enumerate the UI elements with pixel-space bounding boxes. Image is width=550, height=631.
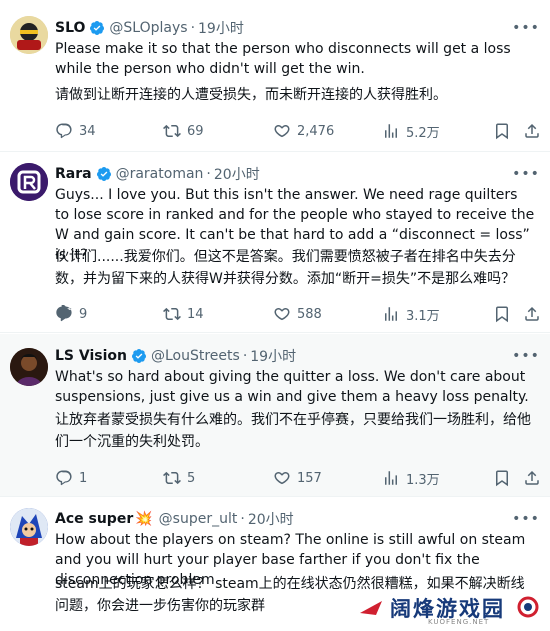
- retweet-button[interactable]: 69: [163, 121, 204, 141]
- more-icon[interactable]: •••: [512, 18, 539, 38]
- handle[interactable]: @super_ult: [159, 511, 238, 527]
- reply-icon: [56, 123, 72, 139]
- handle[interactable]: @SLOplays: [109, 20, 187, 36]
- retweet-count: 14: [187, 306, 204, 322]
- separator-dot: ·: [240, 511, 245, 527]
- more-icon[interactable]: •••: [512, 164, 539, 184]
- views-button[interactable]: 3.1万: [382, 304, 440, 324]
- timestamp[interactable]: 19小时: [198, 18, 244, 38]
- tweet-slo[interactable]: SLO @SLOplays · 19小时 ••• Please make it …: [0, 0, 550, 152]
- reply-icon: [56, 305, 72, 322]
- retweet-count: 69: [187, 123, 204, 139]
- separator-dot: ·: [242, 348, 248, 364]
- share-button[interactable]: [523, 468, 547, 488]
- share-button[interactable]: [523, 121, 547, 141]
- avatar[interactable]: [10, 16, 48, 54]
- avatar[interactable]: [10, 508, 48, 546]
- retweet-count: 5: [187, 470, 196, 486]
- avatar[interactable]: [10, 163, 48, 201]
- views-count: 1.3万: [406, 472, 440, 488]
- display-name[interactable]: Ace super: [55, 511, 133, 527]
- tweet-text-en: Please make it so that the person who di…: [55, 41, 511, 77]
- reply-count: 34: [79, 123, 96, 139]
- separator-dot: ·: [190, 20, 196, 36]
- views-count: 5.2万: [406, 125, 440, 141]
- bookmark-icon: [496, 306, 508, 323]
- tweet-text-en: What's so hard about giving the quitter …: [55, 369, 529, 405]
- retweet-button[interactable]: 5: [163, 468, 195, 488]
- heart-icon: [274, 308, 290, 321]
- retweet-button[interactable]: 14: [163, 304, 204, 324]
- retweet-icon: [163, 471, 181, 485]
- handle[interactable]: @LouStreets: [151, 348, 240, 364]
- tweet-text-zh: 请做到让断开连接的人遭受损失，而未断开连接的人获得胜利。: [55, 87, 447, 103]
- watermark-logo: 阔烽游戏园 KUOFENG.NET: [356, 591, 546, 629]
- display-name[interactable]: LS Vision: [55, 348, 127, 364]
- reply-button[interactable]: 34: [55, 121, 96, 141]
- timestamp[interactable]: 20小时: [214, 164, 260, 184]
- bookmark-icon: [496, 123, 508, 140]
- views-icon: [385, 124, 397, 138]
- bookmark-button[interactable]: [493, 468, 517, 488]
- like-button[interactable]: 157: [273, 468, 322, 488]
- share-button[interactable]: [523, 304, 547, 324]
- retweet-icon: [163, 307, 181, 321]
- views-icon: [385, 307, 397, 321]
- share-icon: [525, 123, 539, 138]
- verified-badge-icon: [96, 167, 111, 181]
- like-count: 157: [297, 470, 322, 486]
- share-icon: [525, 306, 539, 321]
- reply-count: 1: [79, 470, 88, 486]
- tweet-rara[interactable]: Rara @raratoman · 20小时 ••• Guys... I lov…: [0, 153, 550, 333]
- bookmark-button[interactable]: [493, 304, 517, 324]
- handle[interactable]: @raratoman: [116, 166, 204, 182]
- timestamp[interactable]: 19小时: [250, 346, 296, 366]
- retweet-icon: [163, 124, 181, 138]
- heart-icon: [274, 125, 290, 138]
- views-icon: [385, 471, 397, 485]
- collision-emoji-icon: 💥: [135, 511, 153, 527]
- tweet-ls-vision[interactable]: LS Vision @LouStreets · 19小时 ••• What's …: [0, 334, 550, 497]
- more-icon[interactable]: •••: [512, 346, 539, 366]
- bookmark-button[interactable]: [493, 121, 517, 141]
- display-name[interactable]: SLO: [55, 20, 85, 36]
- verified-badge-icon: [131, 349, 146, 363]
- display-name[interactable]: Rara: [55, 166, 92, 182]
- reply-count: 9: [79, 306, 88, 322]
- tweet-text-zh: 让放弃者蒙受损失有什么难的。我们不在乎停赛，只要给我们一场胜利，给他们一个沉重的…: [55, 412, 531, 450]
- separator-dot: ·: [206, 166, 211, 182]
- heart-icon: [274, 472, 290, 485]
- reply-button[interactable]: 1: [55, 468, 87, 488]
- like-button[interactable]: 2,476: [273, 121, 334, 141]
- share-icon: [525, 470, 539, 485]
- views-button[interactable]: 1.3万: [382, 468, 440, 488]
- like-count: 2,476: [297, 123, 335, 139]
- watermark-sub: KUOFENG.NET: [428, 618, 490, 626]
- timestamp[interactable]: 20小时: [248, 509, 294, 529]
- verified-badge-icon: [90, 21, 105, 35]
- avatar[interactable]: [10, 348, 48, 386]
- reply-button[interactable]: 9: [55, 304, 87, 324]
- reply-icon: [56, 470, 72, 486]
- bookmark-icon: [496, 470, 508, 487]
- more-icon[interactable]: •••: [512, 509, 539, 529]
- like-count: 588: [297, 306, 322, 322]
- views-count: 3.1万: [406, 308, 440, 324]
- like-button[interactable]: 588: [273, 304, 322, 324]
- views-button[interactable]: 5.2万: [382, 121, 440, 141]
- tweet-text-zh: 伙计们......我爱你们。但这不是答案。我们需要愤怒被子者在排名中失去分数，并…: [55, 249, 516, 287]
